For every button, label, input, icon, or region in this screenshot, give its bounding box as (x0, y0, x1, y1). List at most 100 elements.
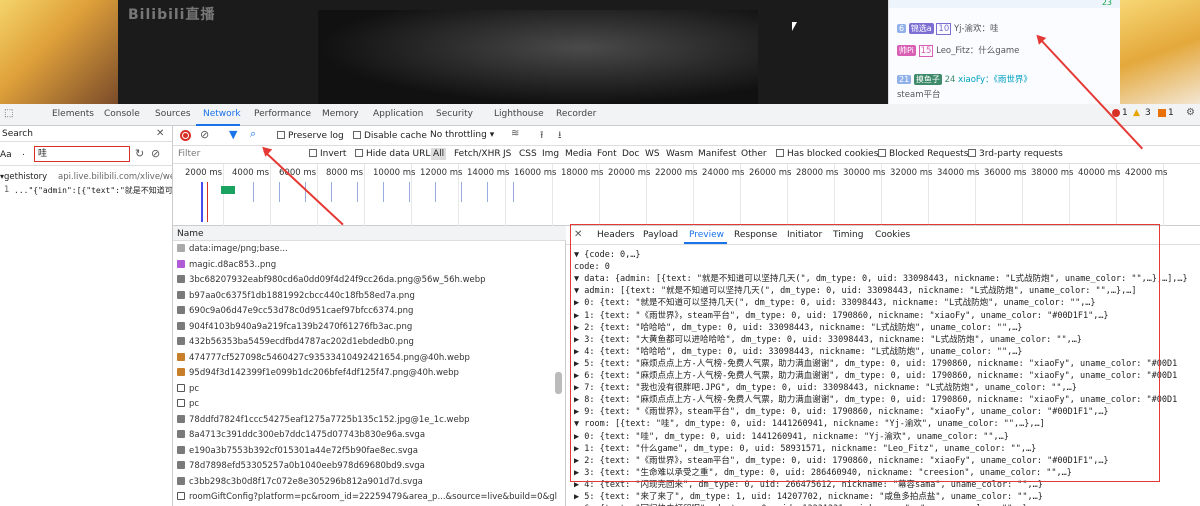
table-row[interactable]: data:image/png;base... (177, 242, 557, 258)
clear-search-icon[interactable]: ⊘ (151, 147, 160, 160)
file-type-icon (177, 337, 185, 345)
tab-network[interactable]: Network (203, 109, 241, 119)
type-filter-img[interactable]: Img (542, 149, 559, 159)
tab-application[interactable]: Application (373, 109, 423, 119)
tab-performance[interactable]: Performance (254, 109, 311, 119)
timeline-tick: 4000 ms (232, 168, 270, 178)
table-row[interactable]: c3bb298c3b0d8f17c072e8e305296b812a901d7d… (177, 475, 557, 491)
timeline-tick: 12000 ms (420, 168, 463, 178)
table-row[interactable]: 78ddfd7824f1ccc54275eaf1275a7725b135c152… (177, 413, 557, 429)
table-row[interactable]: magic.d8ac853..png (177, 258, 557, 274)
type-filter-other[interactable]: Other (741, 149, 767, 159)
type-filter-all[interactable]: All (431, 148, 447, 160)
hide-data-urls-checkbox[interactable] (355, 149, 363, 157)
column-header-name[interactable]: Name (177, 229, 204, 239)
chat-top-count: 23 (1101, 0, 1112, 7)
blocked-requests-checkbox[interactable] (878, 149, 886, 157)
type-filter-media[interactable]: Media (565, 149, 592, 159)
request-name: data:image/png;base... (189, 244, 288, 254)
timeline-tick: 24000 ms (702, 168, 745, 178)
third-party-checkbox[interactable] (968, 149, 976, 157)
table-row[interactable]: roomGiftConfig?platform=pc&room_id=22259… (177, 490, 557, 506)
search-result-file[interactable]: gethistory (4, 172, 47, 182)
table-row[interactable]: 78d7898efd53305257a0b1040eeb978d69680bd9… (177, 459, 557, 475)
tab-security[interactable]: Security (436, 109, 473, 119)
table-row[interactable]: pc (177, 397, 557, 413)
file-type-icon (177, 352, 185, 361)
file-type-icon (177, 321, 185, 330)
table-row[interactable]: 904f4103b940a9a219fca139b2470f61276fb3ac… (177, 320, 557, 336)
video-player[interactable] (118, 0, 888, 104)
filter-bar: Filter Invert Hide data URLs All Fetch/X… (173, 146, 1200, 164)
network-overview-timeline[interactable]: 2000 ms 4000 ms 6000 ms 8000 ms 10000 ms 1200… (173, 164, 1200, 226)
type-filter-font[interactable]: Font (597, 149, 617, 159)
info-icon (1158, 109, 1166, 117)
export-har-icon[interactable]: ⭳ (558, 128, 562, 145)
match-case-toggle[interactable]: Aa (0, 150, 12, 160)
tab-console[interactable]: Console (104, 109, 140, 119)
tab-recorder[interactable]: Recorder (556, 109, 596, 119)
tab-memory[interactable]: Memory (322, 109, 359, 119)
file-type-icon (177, 383, 185, 392)
settings-icon[interactable]: ⚙ (1186, 107, 1195, 118)
search-input[interactable]: 哇 (34, 146, 130, 162)
table-row[interactable]: 95d94f3d142399f1e099b1dc206bfef4df125f47… (177, 366, 557, 382)
table-row[interactable]: 474777cf527098c5460427c93533410492421654… (177, 351, 557, 367)
error-count[interactable]: 1 (1122, 108, 1128, 118)
table-row[interactable]: e190a3b7553b392cf015301a44e72f5b90fae8ec… (177, 444, 557, 460)
json-tree-line[interactable]: ▶ 5: {text: "来了来了", dm_type: 1, uid: 142… (574, 492, 1043, 503)
type-filter-css[interactable]: CSS (519, 149, 537, 159)
scrollbar[interactable] (555, 372, 562, 394)
warning-count[interactable]: 3 (1145, 108, 1151, 118)
type-filter-doc[interactable]: Doc (622, 149, 639, 159)
third-party-label: 3rd-party requests (979, 149, 1063, 159)
type-filter-ws[interactable]: WS (645, 149, 660, 159)
type-filter-fetch[interactable]: Fetch/XHR (454, 149, 501, 159)
refresh-search-icon[interactable]: ↻ (135, 147, 144, 160)
type-filter-manifest[interactable]: Manifest (698, 149, 736, 159)
tab-lighthouse[interactable]: Lighthouse (494, 109, 544, 119)
timeline-tick: 34000 ms (937, 168, 980, 178)
info-count[interactable]: 1 (1168, 108, 1174, 118)
tab-elements[interactable]: Elements (52, 109, 94, 119)
close-search-icon[interactable]: ✕ (156, 128, 164, 139)
timeline-tick: 28000 ms (796, 168, 839, 178)
table-row[interactable]: pc (177, 382, 557, 398)
file-type-icon (177, 430, 185, 438)
hide-data-urls-label: Hide data URLs (366, 149, 436, 159)
request-name: b97aa0c6375f1db1881992cbcc440c18fb58ed7a… (189, 290, 415, 301)
timeline-gridline (223, 164, 224, 226)
filter-icon[interactable]: ▼ (229, 128, 237, 141)
stream-area: Bilibili直播 23 6 锦选a 10 Yj-渝欢：哇 帅Pi 15 Le… (0, 0, 1200, 104)
import-har-icon[interactable]: ⭱ (540, 128, 544, 145)
filter-input[interactable]: Filter (178, 149, 298, 159)
network-conditions-icon[interactable]: ≋ (511, 128, 519, 139)
clear-icon[interactable]: ⊘ (200, 128, 209, 141)
search-result-line[interactable]: ..."{"admin":[{"text":"就是不知道可以... (14, 185, 172, 196)
throttling-select[interactable]: No throttling ▾ (430, 130, 494, 140)
table-row[interactable]: b97aa0c6375f1db1881992cbcc440c18fb58ed7a… (177, 289, 557, 305)
timeline-tick: 40000 ms (1078, 168, 1121, 178)
has-blocked-cookies-checkbox[interactable] (776, 149, 784, 157)
table-row[interactable]: 8a4713c391ddc300eb7ddc1475d07743b830e96a… (177, 428, 557, 444)
type-filter-wasm[interactable]: Wasm (666, 149, 693, 159)
request-name: 432b56353ba5459ecdfbd4787ac202d1ebdedb0.… (189, 337, 414, 347)
type-filter-js[interactable]: JS (503, 149, 511, 159)
invert-checkbox[interactable] (309, 149, 317, 157)
request-name: 8a4713c391ddc300eb7ddc1475d07743b830e96a… (189, 430, 426, 440)
inspect-icon[interactable]: ⬚ (4, 108, 13, 119)
table-row[interactable]: 3bc68207932eabf980cd6a0dd09f4d24f9cc26da… (177, 273, 557, 289)
search-icon[interactable]: ⌕ (250, 127, 256, 141)
table-row[interactable]: 690c9a06d47e9cc53d78c0d951caef97bfcc6374… (177, 304, 557, 320)
preserve-log-checkbox[interactable] (277, 131, 285, 139)
highlight-box-preview (570, 224, 1160, 482)
stream-logo: Bilibili直播 (128, 7, 216, 23)
regex-toggle[interactable]: . (22, 148, 25, 158)
mouse-cursor-icon (792, 22, 797, 31)
tab-sources[interactable]: Sources (155, 109, 191, 119)
disable-cache-label: Disable cache (364, 131, 427, 141)
disable-cache-checkbox[interactable] (353, 131, 361, 139)
timeline-tick: 2000 ms (185, 168, 223, 178)
file-type-icon (177, 492, 185, 500)
table-row[interactable]: 432b56353ba5459ecdfbd4787ac202d1ebdedb0.… (177, 335, 557, 351)
